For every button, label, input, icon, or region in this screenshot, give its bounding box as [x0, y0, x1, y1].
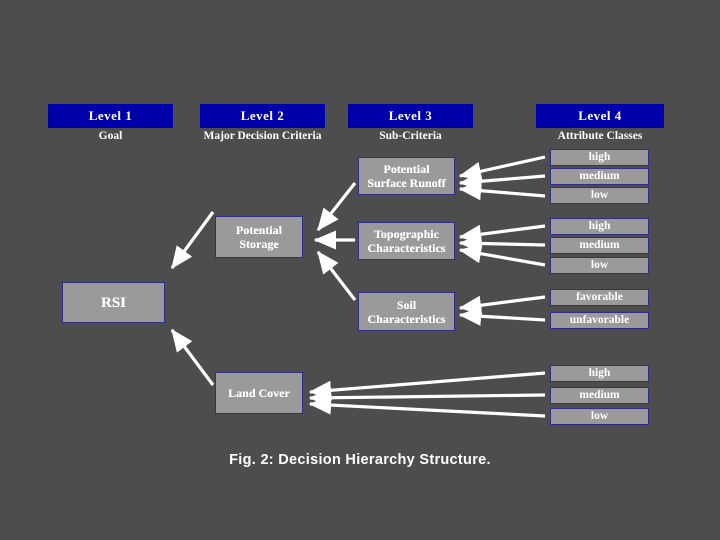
node-soil-characteristics-label-1: Soil [396, 297, 417, 312]
attribute-soil-favorable-label: favorable [576, 291, 623, 303]
attribute-runoff-medium[interactable]: medium [550, 168, 649, 185]
arrow-landcover-low [308, 395, 546, 418]
node-soil-characteristics[interactable]: Soil Characteristics [358, 292, 455, 331]
attribute-runoff-low-label: low [590, 189, 609, 201]
attribute-topographic-low-label: low [590, 259, 609, 271]
node-potential-storage-label-1: Potential [236, 223, 282, 237]
level-1-subtitle: Goal [98, 130, 123, 142]
arrow-topo-medium [458, 233, 546, 254]
node-potential-surface-runoff[interactable]: Potential Surface Runoff [358, 157, 455, 195]
node-topographic-characteristics-label-1: Topographic [374, 227, 439, 241]
attribute-soil-unfavorable[interactable]: unfavorable [550, 312, 649, 329]
level-3-subtitle: Sub-Criteria [379, 130, 442, 142]
arrow-landcover-to-rsi [170, 328, 215, 386]
arrow-runoff-low [458, 181, 546, 201]
arrow-soil-unfavorable [458, 306, 546, 326]
arrow-soil-favorable [458, 295, 546, 315]
attribute-topographic-medium-label: medium [579, 239, 620, 251]
arrow-runoff-high [458, 155, 546, 181]
arrow-runoff-to-storage [316, 182, 357, 232]
node-land-cover-label: Land Cover [228, 386, 290, 400]
level-header-4: Level 4 Attribute Classes [536, 104, 664, 144]
level-3-title: Level 3 [348, 104, 473, 128]
arrow-landcover-medium [308, 388, 546, 408]
attribute-runoff-medium-label: medium [579, 170, 620, 182]
node-rsi-label: RSI [100, 294, 126, 311]
level-4-subtitle: Attribute Classes [557, 130, 643, 142]
attribute-soil-favorable[interactable]: favorable [550, 289, 649, 306]
figure-caption: Fig. 2: Decision Hierarchy Structure. [229, 452, 491, 468]
node-rsi[interactable]: RSI [62, 282, 165, 323]
attribute-topographic-high-label: high [588, 220, 611, 232]
arrow-storage-to-rsi [170, 211, 215, 270]
attribute-runoff-high-label: high [588, 151, 611, 163]
level-4-title: Level 4 [536, 104, 664, 128]
arrow-soil-to-storage [316, 250, 357, 301]
attribute-topographic-medium[interactable]: medium [550, 237, 649, 254]
attribute-topographic-low[interactable]: low [550, 257, 649, 274]
arrow-topo-high [458, 224, 546, 244]
node-potential-storage-label-2: Storage [239, 237, 279, 251]
attribute-runoff-high[interactable]: high [550, 149, 649, 166]
arrow-runoff-medium [458, 171, 546, 191]
level-1-title: Level 1 [48, 104, 173, 128]
attribute-landcover-low-label: low [590, 410, 609, 422]
attribute-landcover-high-label: high [588, 367, 611, 379]
node-topographic-characteristics[interactable]: Topographic Characteristics [358, 222, 455, 260]
arrow-topo-low [458, 244, 546, 267]
node-land-cover[interactable]: Land Cover [215, 372, 303, 414]
node-topographic-characteristics-label-2: Characteristics [367, 241, 446, 255]
attribute-runoff-low[interactable]: low [550, 187, 649, 204]
level-header-2: Level 2 Major Decision Criteria [200, 104, 325, 144]
level-2-subtitle: Major Decision Criteria [203, 130, 322, 142]
attribute-landcover-high[interactable]: high [550, 365, 649, 382]
node-soil-characteristics-label-2: Characteristics [367, 311, 446, 326]
attribute-topographic-high[interactable]: high [550, 218, 649, 235]
arrow-landcover-high [308, 371, 546, 400]
node-potential-surface-runoff-label-2: Surface Runoff [367, 176, 446, 190]
attribute-soil-unfavorable-label: unfavorable [569, 314, 630, 326]
diagram-canvas: Level 1 Goal Level 2 Major Decision Crit… [0, 0, 720, 540]
level-2-title: Level 2 [200, 104, 325, 128]
node-potential-surface-runoff-label-1: Potential [383, 162, 430, 176]
attribute-landcover-low[interactable]: low [550, 408, 649, 425]
level-header-1: Level 1 Goal [48, 104, 173, 144]
node-potential-storage[interactable]: Potential Storage [215, 216, 303, 258]
attribute-landcover-medium-label: medium [579, 389, 620, 401]
level-header-3: Level 3 Sub-Criteria [348, 104, 473, 144]
attribute-landcover-medium[interactable]: medium [550, 387, 649, 404]
